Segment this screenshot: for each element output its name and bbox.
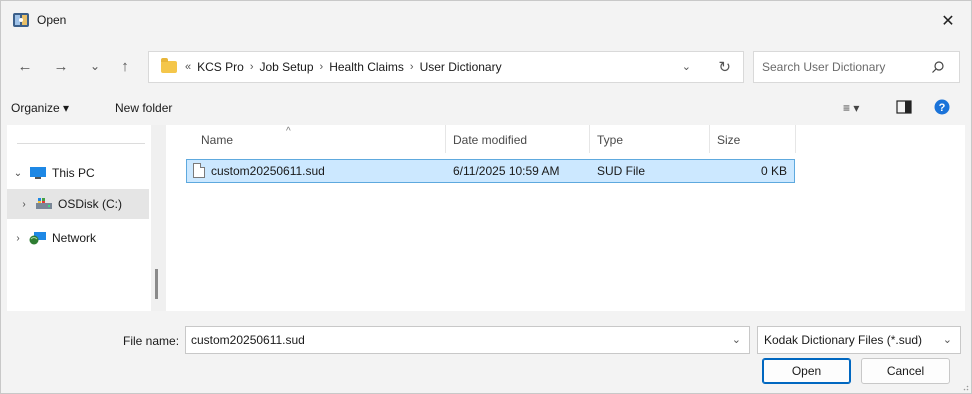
column-separator[interactable] (709, 125, 710, 153)
file-type: SUD File (597, 164, 646, 178)
breadcrumb-separator[interactable]: › (410, 61, 414, 73)
breadcrumb-separator[interactable]: › (250, 61, 254, 73)
chevron-down-icon: ⌄ (942, 334, 952, 346)
nav-item-label: This PC (52, 166, 95, 180)
breadcrumb-item[interactable]: KCS Pro (197, 60, 244, 74)
navigation-pane: ⌄ This PC › OSDisk (C:) › Network (7, 125, 158, 311)
address-dropdown-icon[interactable]: ⌄ (682, 60, 691, 73)
preview-pane-icon[interactable] (896, 99, 912, 115)
divider (17, 143, 145, 144)
column-header-date[interactable]: Date modified (453, 125, 527, 155)
file-type-value: Kodak Dictionary Files (*.sud) (764, 333, 923, 347)
sort-ascending-icon: ^ (286, 126, 291, 137)
recent-locations-button[interactable]: ⌄ (85, 56, 105, 76)
search-placeholder: Search User Dictionary (762, 60, 886, 74)
command-bar: Organize ▾ New folder ≡ ▾ ? (1, 91, 971, 125)
column-header-label: Name (201, 133, 234, 147)
close-icon: ✕ (941, 13, 955, 30)
breadcrumb-overflow[interactable]: « (185, 61, 191, 73)
close-button[interactable]: ✕ (925, 1, 971, 41)
column-header-name[interactable]: Name (201, 125, 233, 155)
nav-item-label: Network (52, 231, 97, 245)
open-button-label: Open (791, 364, 822, 378)
open-button[interactable]: Open (762, 358, 851, 384)
svg-text:?: ? (939, 102, 946, 114)
file-date: 6/11/2025 10:59 AM (453, 164, 560, 178)
forward-button[interactable]: → (51, 56, 71, 76)
file-name: custom20250611.sud (211, 164, 325, 178)
nav-scrollbar[interactable] (151, 125, 166, 311)
column-header-label: Date modified (453, 133, 528, 147)
open-file-dialog: Open ✕ ← → ⌄ ↑ « KCS Pro › Job Setup › H… (0, 0, 972, 394)
folder-icon (161, 58, 177, 73)
navigation-bar: ← → ⌄ ↑ « KCS Pro › Job Setup › Health C… (1, 45, 971, 87)
file-row[interactable]: custom20250611.sud 6/11/2025 10:59 AM SU… (186, 159, 795, 183)
nav-item-osdisk[interactable]: › OSDisk (C:) (7, 189, 149, 219)
nav-item-this-pc[interactable]: ⌄ This PC (7, 158, 149, 188)
breadcrumb-item[interactable]: User Dictionary (420, 60, 502, 74)
file-list: Name ^ Date modified Type Size custom202… (166, 125, 965, 311)
column-separator[interactable] (589, 125, 590, 153)
column-separator[interactable] (795, 125, 796, 153)
chevron-down-icon: ⌄ (89, 59, 101, 73)
chevron-right-icon[interactable]: › (7, 233, 29, 244)
breadcrumb-item[interactable]: Job Setup (259, 60, 313, 74)
up-arrow-icon: ↑ (121, 57, 129, 75)
column-header-size[interactable]: Size (717, 125, 740, 155)
breadcrumb-item[interactable]: Health Claims (329, 60, 404, 74)
file-size: 0 KB (761, 164, 788, 178)
back-arrow-icon: ← (17, 57, 33, 75)
up-button[interactable]: ↑ (115, 56, 135, 76)
column-separator[interactable] (445, 125, 446, 153)
forward-arrow-icon: → (53, 57, 69, 75)
title-bar: Open ✕ (1, 1, 971, 41)
network-icon (29, 232, 46, 245)
chevron-down-icon[interactable]: ⌄ (7, 168, 29, 179)
window-title: Open (37, 13, 67, 27)
search-icon (932, 61, 944, 73)
file-name-label: File name: (123, 334, 180, 348)
address-bar[interactable]: « KCS Pro › Job Setup › Health Claims › … (148, 51, 744, 83)
file-type-select[interactable]: Kodak Dictionary Files (*.sud) ⌄ (757, 326, 961, 354)
content-area: ⌄ This PC › OSDisk (C:) › Network Name ^… (7, 125, 965, 311)
search-box[interactable]: Search User Dictionary (753, 51, 960, 83)
app-icon (13, 13, 29, 27)
column-header-label: Type (597, 133, 624, 147)
nav-scrollbar-thumb[interactable] (155, 269, 158, 299)
refresh-icon[interactable]: ↻ (718, 58, 731, 76)
drive-icon (36, 198, 52, 209)
nav-item-network[interactable]: › Network (7, 223, 149, 253)
nav-item-label: OSDisk (C:) (58, 197, 122, 211)
chevron-down-icon[interactable]: ⌄ (732, 333, 741, 346)
file-icon (193, 163, 205, 178)
monitor-icon (30, 167, 46, 179)
back-button[interactable]: ← (15, 56, 35, 76)
column-header-type[interactable]: Type (597, 125, 623, 155)
cancel-button[interactable]: Cancel (861, 358, 950, 384)
organize-menu[interactable]: Organize ▾ (11, 101, 69, 115)
chevron-right-icon[interactable]: › (13, 199, 35, 210)
breadcrumb-separator[interactable]: › (320, 61, 324, 73)
new-folder-button[interactable]: New folder (115, 101, 172, 115)
dialog-footer: File name: custom20250611.sud ⌄ Kodak Di… (1, 313, 971, 393)
file-name-value: custom20250611.sud (191, 333, 305, 347)
cancel-button-label: Cancel (886, 364, 925, 378)
view-options-button[interactable]: ≡ ▾ (843, 101, 859, 115)
help-icon[interactable]: ? (934, 99, 950, 115)
file-name-field[interactable]: custom20250611.sud ⌄ (185, 326, 750, 354)
resize-grip-icon[interactable] (961, 383, 969, 391)
column-header-label: Size (717, 133, 741, 147)
